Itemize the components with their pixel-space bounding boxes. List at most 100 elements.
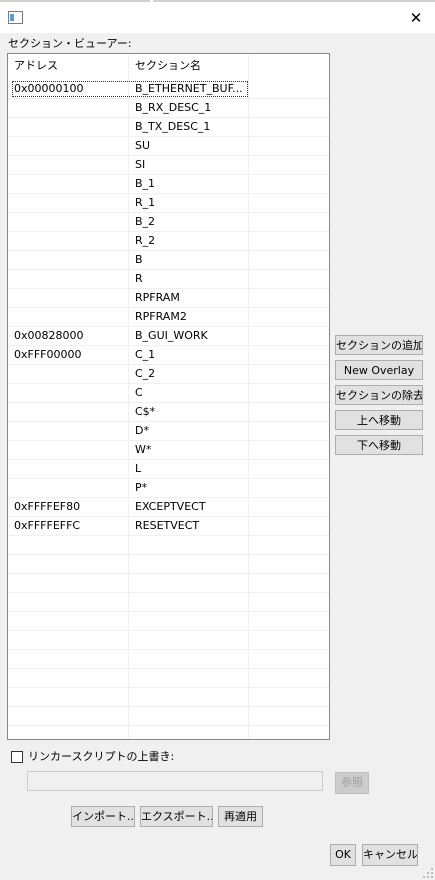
- address-cell: [8, 194, 129, 212]
- close-button[interactable]: ✕: [401, 3, 431, 33]
- window-icon: [8, 11, 23, 24]
- section-name-cell: B_GUI_WORK: [135, 329, 208, 342]
- table-row[interactable]: R: [8, 270, 329, 289]
- import-button[interactable]: インポート...: [71, 806, 135, 827]
- section-name-cell: L: [135, 462, 142, 475]
- table-row[interactable]: B_1: [8, 175, 329, 194]
- section-name-cell: SU: [135, 139, 151, 152]
- address-cell: 0x00828000: [14, 329, 84, 342]
- address-cell: [8, 403, 129, 421]
- section-name-cell: B_TX_DESC_1: [135, 120, 211, 133]
- section-list[interactable]: アドレス セクション名 0x00000100 B_ETHERNET_BUF... B…: [7, 53, 330, 740]
- address-cell: [8, 99, 129, 117]
- empty-row: [8, 669, 329, 688]
- add-section-button[interactable]: セクションの追加: [335, 335, 423, 355]
- empty-row: [8, 536, 329, 555]
- table-row[interactable]: B_TX_DESC_1: [8, 118, 329, 137]
- section-name-cell: C_1: [135, 348, 156, 361]
- table-row[interactable]: RPFRAM: [8, 289, 329, 308]
- address-cell: [8, 422, 129, 440]
- address-cell: [8, 308, 129, 326]
- linker-override-checkbox[interactable]: [11, 751, 23, 763]
- title-bar: ✕: [0, 3, 435, 33]
- table-row[interactable]: 0x00000100 B_ETHERNET_BUF...: [8, 80, 329, 99]
- remove-section-button[interactable]: セクションの除去: [335, 385, 423, 405]
- new-overlay-button[interactable]: New Overlay: [335, 360, 423, 380]
- table-row[interactable]: C$*: [8, 403, 329, 422]
- table-row[interactable]: 0xFFF00000 C_1: [8, 346, 329, 365]
- section-name-cell: D*: [135, 424, 149, 437]
- section-name-cell: W*: [135, 443, 152, 456]
- move-down-button[interactable]: 下へ移動: [335, 435, 423, 455]
- empty-row: [8, 650, 329, 669]
- top-strip-segment: [153, 0, 435, 2]
- table-row[interactable]: SU: [8, 137, 329, 156]
- table-row[interactable]: 0x00828000 B_GUI_WORK: [8, 327, 329, 346]
- address-cell: 0xFFFFEF80: [14, 500, 81, 513]
- table-row[interactable]: 0xFFFFEFFC RESETVECT: [8, 517, 329, 536]
- section-name-cell: C$*: [135, 405, 156, 418]
- section-name-cell: B: [135, 253, 143, 266]
- section-name-cell: R_2: [135, 234, 156, 247]
- table-row[interactable]: R_1: [8, 194, 329, 213]
- section-name-cell: B_RX_DESC_1: [135, 101, 212, 114]
- section-rows: 0x00000100 B_ETHERNET_BUF... B_RX_DESC_1 B_…: [8, 80, 329, 726]
- empty-row: [8, 593, 329, 612]
- address-cell: [8, 232, 129, 250]
- table-row[interactable]: B_2: [8, 213, 329, 232]
- empty-row: [8, 574, 329, 593]
- table-row[interactable]: W*: [8, 441, 329, 460]
- address-cell: [8, 118, 129, 136]
- column-header-address[interactable]: アドレス: [8, 54, 129, 78]
- move-up-button[interactable]: 上へ移動: [335, 410, 423, 430]
- close-icon: ✕: [409, 9, 423, 27]
- browse-button[interactable]: 参照: [335, 772, 369, 794]
- reapply-button[interactable]: 再適用: [218, 806, 263, 827]
- address-cell: [8, 460, 129, 478]
- top-strip-segment: [0, 0, 150, 2]
- address-cell: [8, 251, 129, 269]
- table-row[interactable]: R_2: [8, 232, 329, 251]
- address-cell: 0x00000100: [14, 82, 84, 95]
- address-cell: 0xFFF00000: [14, 348, 82, 361]
- section-name-cell: RPFRAM: [135, 291, 180, 304]
- empty-row: [8, 707, 329, 726]
- table-row[interactable]: C: [8, 384, 329, 403]
- table-row[interactable]: RPFRAM2: [8, 308, 329, 327]
- section-name-cell: B_2: [135, 215, 156, 228]
- address-cell: 0xFFFFEFFC: [14, 519, 81, 532]
- export-button[interactable]: エクスポート...: [140, 806, 213, 827]
- section-name-cell: RPFRAM2: [135, 310, 187, 323]
- address-cell: [8, 289, 129, 307]
- address-cell: [8, 270, 129, 288]
- table-row[interactable]: 0xFFFFEF80 EXCEPTVECT: [8, 498, 329, 517]
- table-row[interactable]: D*: [8, 422, 329, 441]
- address-cell: [8, 137, 129, 155]
- section-name-cell: C_2: [135, 367, 156, 380]
- ok-button[interactable]: OK: [330, 844, 356, 866]
- table-row[interactable]: SI: [8, 156, 329, 175]
- section-name-cell: R_1: [135, 196, 156, 209]
- section-name-cell: C: [135, 386, 143, 399]
- section-name-cell: B_ETHERNET_BUF...: [135, 82, 243, 95]
- section-name-cell: EXCEPTVECT: [135, 500, 206, 513]
- linker-override-label: リンカースクリプトの上書き:: [28, 750, 175, 763]
- address-cell: [8, 365, 129, 383]
- table-row[interactable]: P*: [8, 479, 329, 498]
- address-cell: [8, 175, 129, 193]
- section-name-cell: RESETVECT: [135, 519, 200, 532]
- column-header-section-name[interactable]: セクション名: [129, 54, 249, 78]
- table-row[interactable]: B: [8, 251, 329, 270]
- address-cell: [8, 384, 129, 402]
- cancel-button[interactable]: キャンセル: [362, 844, 418, 866]
- table-row[interactable]: C_2: [8, 365, 329, 384]
- linker-script-path-field[interactable]: [27, 771, 323, 791]
- empty-row: [8, 612, 329, 631]
- section-name-cell: B_1: [135, 177, 156, 190]
- table-row[interactable]: B_RX_DESC_1: [8, 99, 329, 118]
- table-row[interactable]: L: [8, 460, 329, 479]
- address-cell: [8, 213, 129, 231]
- empty-row: [8, 555, 329, 574]
- resize-grip-icon[interactable]: [423, 868, 433, 878]
- section-name-cell: R: [135, 272, 143, 285]
